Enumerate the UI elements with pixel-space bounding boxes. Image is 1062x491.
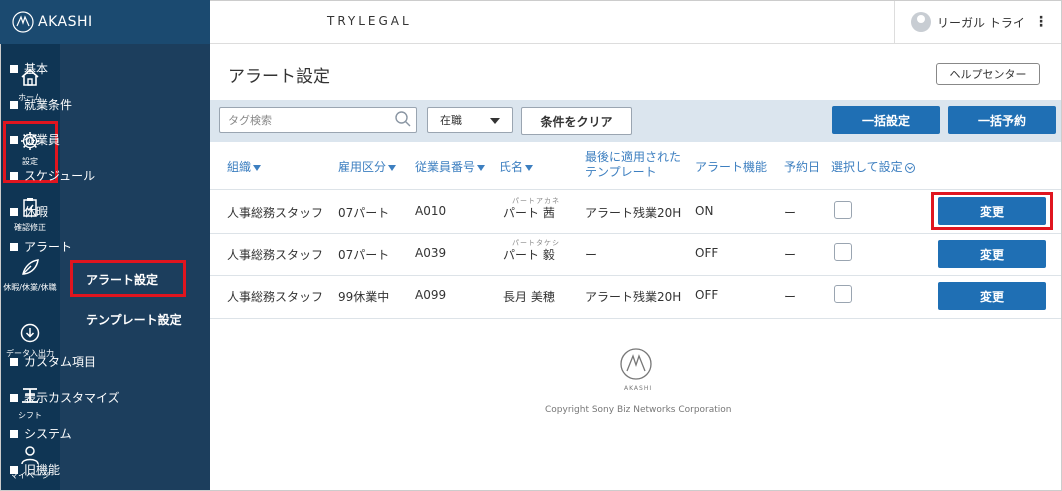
sort-caret-icon bbox=[477, 164, 486, 171]
change-button[interactable]: 変更 bbox=[938, 240, 1046, 268]
submenu-template-settings[interactable]: テンプレート設定 bbox=[86, 311, 182, 328]
help-center-button[interactable]: ヘルプセンター bbox=[936, 63, 1040, 85]
cell-organization: 人事総務スタッフ bbox=[227, 206, 324, 220]
top-bar: TRYLEGAL リーガル トライ ⋮ bbox=[210, 0, 1062, 44]
menu-item-legacy[interactable]: 旧機能 bbox=[10, 461, 60, 478]
copyright-text: Copyright Sony Biz Networks Corporation bbox=[545, 405, 732, 415]
bullet-icon bbox=[10, 465, 18, 474]
company-name: TRYLEGAL bbox=[327, 14, 412, 28]
cell-employee-number: A010 bbox=[415, 204, 447, 218]
alert-settings-highlight-box bbox=[70, 260, 186, 297]
bullet-icon bbox=[10, 357, 18, 366]
leaf-icon bbox=[22, 259, 39, 275]
menu-item-schedule[interactable]: スケジュール bbox=[10, 167, 95, 184]
rail-item-leave[interactable]: 休暇/休業/休職 bbox=[0, 256, 60, 293]
page-title: アラート設定 bbox=[228, 67, 330, 87]
row-checkbox[interactable] bbox=[834, 243, 852, 261]
download-circle-icon bbox=[20, 323, 40, 343]
rail-label: 休暇/休業/休職 bbox=[3, 283, 57, 292]
search-icon[interactable] bbox=[394, 110, 412, 128]
rail-label: シフト bbox=[18, 411, 42, 420]
header-employee-number[interactable]: 従業員番号 bbox=[415, 158, 486, 175]
row-checkbox[interactable] bbox=[834, 201, 852, 219]
header-last-template: 最後に適用された テンプレート bbox=[585, 150, 682, 179]
header-alert-function: アラート機能 bbox=[695, 160, 768, 174]
row-divider bbox=[210, 318, 1062, 319]
sort-caret-icon bbox=[525, 164, 534, 171]
menu-item-display-customize[interactable]: 表示カスタマイズ bbox=[10, 389, 120, 406]
cell-alert-status: OFF bbox=[695, 246, 719, 260]
bullet-icon bbox=[10, 171, 18, 180]
header-organization[interactable]: 組織 bbox=[227, 158, 262, 175]
cell-template: アラート残業20H bbox=[585, 206, 682, 220]
menu-item-custom-fields[interactable]: カスタム項目 bbox=[10, 353, 96, 370]
header-reserve-date: 予約日 bbox=[784, 160, 821, 174]
brand-bar[interactable]: AKASHI bbox=[0, 0, 210, 44]
caret-down-icon bbox=[490, 118, 500, 124]
menu-item-employees[interactable]: 従業員 bbox=[10, 131, 60, 148]
sort-caret-icon bbox=[388, 164, 397, 171]
cell-reserve-date: ー bbox=[784, 206, 797, 220]
row-divider bbox=[210, 233, 1062, 234]
cell-name: 長月 美穂 bbox=[503, 290, 555, 304]
bullet-icon bbox=[10, 207, 18, 216]
akashi-footer-logo-icon bbox=[620, 348, 652, 380]
change-button[interactable]: 変更 bbox=[938, 282, 1046, 310]
cell-employee-number: A099 bbox=[415, 288, 447, 302]
akashi-logo-icon bbox=[12, 11, 34, 33]
brand-name: AKASHI bbox=[38, 14, 93, 30]
header-select-and-set[interactable]: 選択して設定 bbox=[831, 158, 915, 175]
cell-reserve-date: ー bbox=[784, 290, 797, 304]
cell-employment-type: 99休業中 bbox=[338, 290, 390, 304]
cell-name: パート 毅 bbox=[503, 248, 555, 262]
bulk-set-button[interactable]: 一括設定 bbox=[832, 106, 940, 134]
row-divider bbox=[210, 189, 1062, 190]
cell-employment-type: 07パート bbox=[338, 206, 390, 220]
cell-alert-status: OFF bbox=[695, 288, 719, 302]
bullet-icon bbox=[10, 100, 18, 109]
menu-item-alert[interactable]: アラート bbox=[10, 238, 72, 255]
change-button-highlight-box bbox=[931, 192, 1053, 230]
cell-template: ー bbox=[585, 248, 598, 262]
clear-conditions-button[interactable]: 条件をクリア bbox=[521, 107, 632, 135]
header-name[interactable]: 氏名 bbox=[499, 158, 534, 175]
sort-caret-icon bbox=[253, 164, 262, 171]
cell-employment-type: 07パート bbox=[338, 248, 390, 262]
bullet-icon bbox=[10, 429, 18, 438]
row-checkbox[interactable] bbox=[834, 285, 852, 303]
user-menu[interactable]: リーガル トライ ⋮ bbox=[894, 0, 1062, 44]
footer-brand: AKASHI bbox=[624, 385, 653, 392]
avatar-icon bbox=[911, 12, 931, 32]
bullet-icon bbox=[10, 393, 18, 402]
tag-search-input[interactable] bbox=[219, 107, 417, 133]
bullet-icon bbox=[10, 242, 18, 251]
menu-item-basic[interactable]: 基本 bbox=[10, 60, 48, 77]
cell-organization: 人事総務スタッフ bbox=[227, 248, 324, 262]
bullet-icon bbox=[10, 135, 18, 144]
menu-item-work-rules[interactable]: 就業条件 bbox=[10, 96, 72, 113]
cell-name: パート 茜 bbox=[503, 206, 555, 220]
cell-reserve-date: ー bbox=[784, 248, 797, 262]
menu-item-system[interactable]: システム bbox=[10, 425, 72, 442]
status-value: 在職 bbox=[440, 114, 462, 127]
employment-status-select[interactable]: 在職 bbox=[427, 107, 513, 133]
row-divider bbox=[210, 275, 1062, 276]
cell-alert-status: ON bbox=[695, 204, 714, 218]
rail-label: 確認修正 bbox=[14, 223, 46, 232]
cell-template: アラート残業20H bbox=[585, 290, 682, 304]
cell-organization: 人事総務スタッフ bbox=[227, 290, 324, 304]
bullet-icon bbox=[10, 64, 18, 73]
user-name: リーガル トライ bbox=[937, 15, 1025, 30]
menu-item-leave[interactable]: 休暇 bbox=[10, 203, 48, 220]
bulk-reserve-button[interactable]: 一括予約 bbox=[948, 106, 1056, 134]
cell-employee-number: A039 bbox=[415, 246, 447, 260]
chevron-circle-icon bbox=[904, 162, 915, 173]
header-employment-type[interactable]: 雇用区分 bbox=[338, 158, 397, 175]
kebab-menu-icon[interactable]: ⋮ bbox=[1034, 14, 1048, 30]
